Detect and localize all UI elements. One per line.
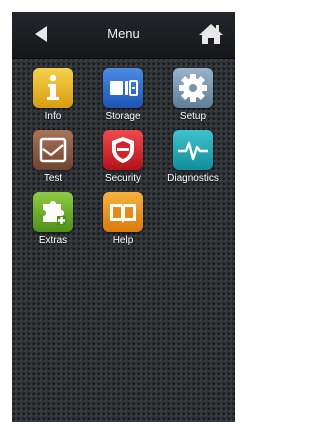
home-icon	[199, 24, 223, 44]
menu-item-label: Test	[43, 173, 63, 184]
book-icon	[103, 192, 143, 232]
menu-item-help[interactable]: Help	[86, 192, 160, 254]
menu-item-label: Help	[112, 235, 134, 246]
storage-icon	[103, 68, 143, 108]
shield-icon	[103, 130, 143, 170]
menu-item-label: Setup	[179, 111, 207, 122]
menu-item-storage[interactable]: Storage	[86, 68, 160, 130]
home-button[interactable]	[197, 21, 225, 47]
menu-item-security[interactable]: Security	[86, 130, 160, 192]
menu-item-label: Storage	[105, 111, 141, 122]
menu-item-info[interactable]: Info	[16, 68, 90, 130]
menu-item-test[interactable]: Test	[16, 130, 90, 192]
menu-item-label: Info	[44, 111, 62, 122]
top-bar: Menu	[12, 12, 235, 59]
gear-icon	[173, 68, 213, 108]
device-screen: Menu Info Storage Setup Test Security Di…	[12, 12, 235, 422]
back-button[interactable]	[28, 22, 56, 46]
back-arrow-icon	[35, 26, 47, 42]
menu-item-setup[interactable]: Setup	[156, 68, 230, 130]
puzzle-icon	[33, 192, 73, 232]
menu-item-extras[interactable]: Extras	[16, 192, 90, 254]
menu-item-label: Extras	[38, 235, 68, 246]
menu-item-label: Diagnostics	[167, 173, 219, 184]
info-icon	[33, 68, 73, 108]
menu-item-label: Security	[104, 173, 142, 184]
page-title: Menu	[107, 26, 140, 41]
pulse-icon	[173, 130, 213, 170]
test-icon	[33, 130, 73, 170]
menu-item-diagnostics[interactable]: Diagnostics	[156, 130, 230, 192]
